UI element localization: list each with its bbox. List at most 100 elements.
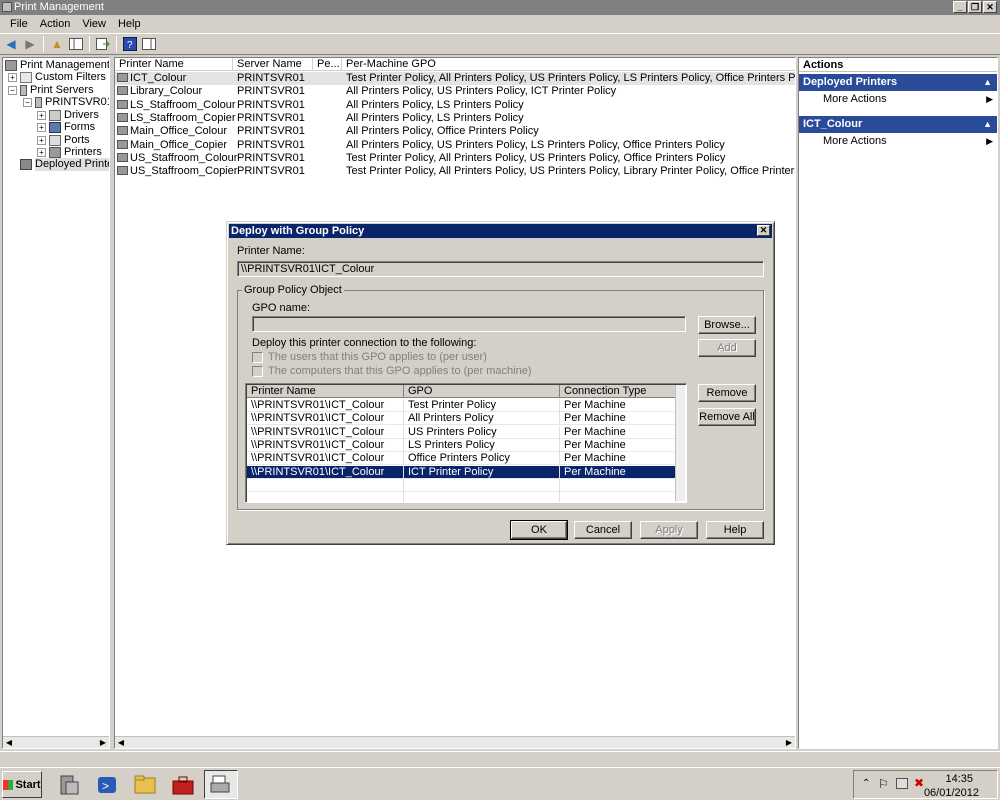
explorer-folder-icon[interactable] [128,770,162,799]
remove-button[interactable]: Remove [698,384,756,402]
per-machine-checkbox[interactable]: The computers that this GPO applies to (… [252,365,532,377]
remove-all-button[interactable]: Remove All [698,408,756,426]
column-per-user-gpo[interactable]: Pe... [313,58,342,71]
scroll-right-icon[interactable]: ▶ [783,737,795,748]
tree-horizontal-scrollbar[interactable]: ◀ ▶ [3,736,109,748]
powershell-icon[interactable]: > [90,770,124,799]
tree-item-deployed-printers[interactable]: Deployed Printers [20,158,109,171]
ok-button[interactable]: OK [510,520,568,540]
gpo-list-empty-row [247,478,677,492]
scroll-right-icon[interactable]: ▶ [97,737,109,748]
clock-time[interactable]: 14:35 [945,773,973,785]
cancel-button[interactable]: Cancel [574,521,632,539]
printer-name-cell: Main_Office_Colour [117,125,227,138]
checkbox-box[interactable] [252,365,263,377]
list-row[interactable]: LS_Staffroom_Copier PRINTSVR01 All Printer… [115,111,795,125]
scroll-left-icon[interactable]: ◀ [3,737,15,748]
dialog-close-icon[interactable]: ✕ [757,225,770,236]
add-button[interactable]: Add [698,339,756,357]
browse-button[interactable]: Browse... [698,316,756,334]
menu-file[interactable]: File [4,15,34,33]
gpo-list-empty-row [247,492,677,502]
list-row[interactable]: US_Staffroom_Colour PRINTSVR01 Test Printe… [115,151,795,165]
actions-section-deployed-printers[interactable]: Deployed Printers ▲ [799,74,997,91]
gpo-column-printer-name[interactable]: Printer Name [247,385,404,398]
volume-muted-icon[interactable]: ✖ [914,776,924,790]
expand-icon[interactable]: + [37,136,46,145]
list-row[interactable]: US_Staffroom_Copier PRINTSVR01 Test Printe… [115,165,795,178]
list-row[interactable]: Library_Colour PRINTSVR01 All Printers Pol… [115,85,795,98]
column-server-name[interactable]: Server Name [233,58,313,71]
menu-bar: File Action View Help [0,15,1000,33]
restore-button[interactable]: ❐ [968,1,982,13]
gpo-list-row[interactable]: \\PRINTSVR01\ICT_Colour Office Printers P… [247,452,677,466]
minimize-button[interactable]: _ [953,1,967,13]
gpo-list-row[interactable]: \\PRINTSVR01\ICT_Colour LS Printers Polic… [247,438,677,452]
collapse-icon[interactable]: − [23,98,32,107]
tree-item-server[interactable]: − PRINTSVR01 (lo [23,96,109,109]
gpo-column-connection-type[interactable]: Connection Type [560,385,677,398]
gpo-list-row[interactable]: \\PRINTSVR01\ICT_Colour Test Printer Poli… [247,399,677,412]
list-row[interactable]: LS_Staffroom_Colour PRINTSVR01 All Printer… [115,99,795,112]
network-icon[interactable] [896,778,908,789]
show-hide-action-pane-icon[interactable] [141,36,157,52]
collapse-up-icon[interactable]: ▲ [983,74,992,91]
gpo-name-input[interactable] [252,316,686,332]
more-actions-ict-colour[interactable]: More Actions ▶ [799,133,997,150]
menu-view[interactable]: View [76,15,112,33]
printer-name-cell: LS_Staffroom_Copier [117,112,236,125]
column-per-machine-gpo[interactable]: Per-Machine GPO [342,58,795,71]
gpo-list-row[interactable]: \\PRINTSVR01\ICT_Colour ICT Printer Polic… [247,465,677,479]
scroll-left-icon[interactable]: ◀ [115,737,127,748]
back-icon[interactable]: ◀ [3,36,19,52]
gpo-column-gpo[interactable]: GPO [404,385,560,398]
gpo-row-type: Per Machine [560,465,677,479]
expand-icon[interactable]: + [37,148,46,157]
action-center-flag-icon[interactable]: ⚐ [878,777,889,791]
expand-icon[interactable]: + [8,73,17,82]
dialog-title-bar[interactable]: Deploy with Group Policy ✕ [229,224,772,238]
start-button[interactable]: Start [2,771,42,798]
forward-icon[interactable]: ▶ [22,36,38,52]
actions-section-ict-colour[interactable]: ICT_Colour ▲ [799,116,997,133]
tree-item-custom-filters[interactable]: + Custom Filters [8,71,106,84]
gpo-list-scrollbar[interactable] [675,385,685,501]
up-folder-icon[interactable]: ▲ [49,36,65,52]
drivers-icon [49,110,61,121]
toolbar-separator [116,36,117,52]
expand-icon[interactable]: + [37,111,46,120]
help-icon[interactable]: ? [122,36,138,52]
per-user-checkbox[interactable]: The users that this GPO applies to (per … [252,351,487,363]
actions-section-title: ICT_Colour [803,118,863,130]
checkbox-box[interactable] [252,351,263,363]
export-list-icon[interactable] [95,36,111,52]
gpo-assignment-list: Printer Name GPO Connection Type \\PRINT… [245,383,687,503]
taskbar: Start > ⌃ ⚐ ✖ 14:35 06/01/2012 [0,767,1000,800]
window-title-bar[interactable]: Print Management _ ❐ ✕ [0,0,1000,15]
tree-item-forms[interactable]: + Forms [37,121,95,134]
clock-date[interactable]: 06/01/2012 [924,787,979,799]
list-horizontal-scrollbar[interactable]: ◀ ▶ [115,736,795,748]
more-actions-deployed-printers[interactable]: More Actions ▶ [799,91,997,108]
menu-action[interactable]: Action [34,15,77,33]
show-hide-tree-icon[interactable] [68,36,84,52]
gpo-list-row[interactable]: \\PRINTSVR01\ICT_Colour US Printers Polic… [247,425,677,439]
column-printer-name[interactable]: Printer Name [115,58,233,71]
list-row[interactable]: Main_Office_Colour PRINTSVR01 All Printers… [115,125,795,138]
show-hidden-icons-icon[interactable]: ⌃ [862,778,870,789]
menu-help[interactable]: Help [112,15,147,33]
apply-button[interactable]: Apply [640,521,698,539]
list-row[interactable]: ICT_Colour PRINTSVR01 Test Printer Policy,… [115,72,795,85]
gpo-list-row[interactable]: \\PRINTSVR01\ICT_Colour All Printers Poli… [247,412,677,426]
help-button[interactable]: Help [706,521,764,539]
toolbox-icon[interactable] [166,770,200,799]
close-button[interactable]: ✕ [983,1,997,13]
expand-icon[interactable]: + [37,123,46,132]
collapse-icon[interactable]: − [8,86,17,95]
collapse-up-icon[interactable]: ▲ [983,116,992,133]
server-manager-icon[interactable] [52,770,86,799]
per-machine-gpo-cell: All Printers Policy, LS Printers Policy [346,111,524,124]
print-management-taskbar-icon[interactable] [204,770,238,799]
list-row[interactable]: Main_Office_Copier PRINTSVR01 All Printers… [115,139,795,152]
server-name-cell: PRINTSVR01 [237,151,305,164]
